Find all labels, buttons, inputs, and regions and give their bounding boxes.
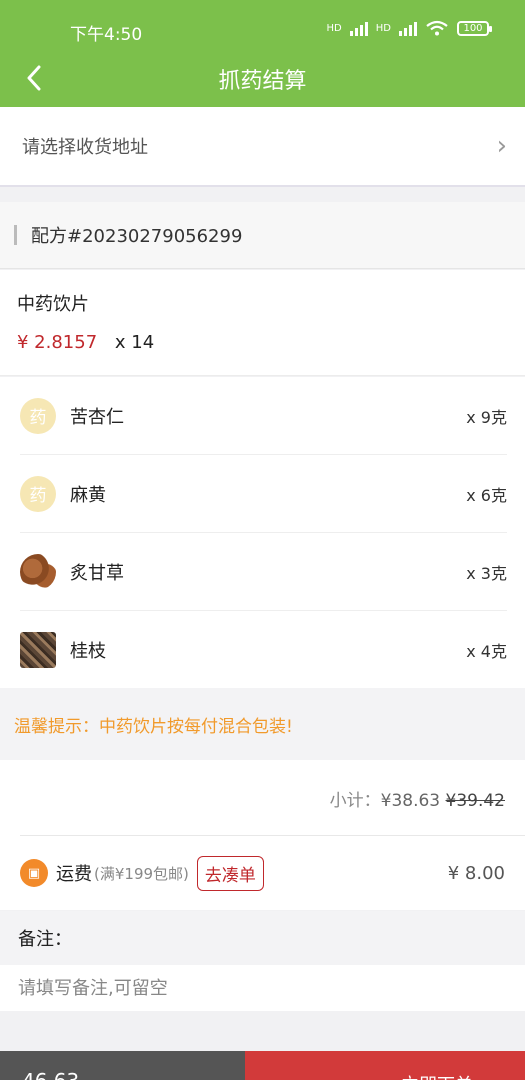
formula-label: 配方#20230279056299: [31, 226, 243, 247]
subtotal-value: ¥38.63: [380, 791, 441, 811]
app-header: 下午4:50 HD HD 100 抓药结算: [0, 0, 525, 107]
shipping-icon: ▣: [20, 859, 48, 887]
herb-name: 麻黄: [70, 484, 106, 506]
status-icons: HD HD 100: [326, 20, 492, 36]
address-selector[interactable]: 请选择收货地址 ›: [0, 107, 525, 187]
submit-order-button[interactable]: 立即下单: [245, 1051, 525, 1080]
herb-placeholder-icon: 药: [20, 397, 56, 434]
packaging-tip: 温馨提示：中药饮片按每付混合包装!: [0, 688, 525, 760]
shipping-fee: ¥ 8.00: [447, 862, 505, 884]
hd-label-2: HD: [375, 22, 391, 34]
formula-bar-marker: [14, 225, 17, 245]
price-row: ¥ 2.8157 x 14: [17, 332, 154, 353]
herb-name: 桂枝: [70, 641, 106, 662]
remark-input[interactable]: [0, 965, 525, 1011]
herb-amount: x 4克: [466, 642, 507, 661]
formula-header: 配方#20230279056299: [0, 202, 525, 269]
herb-item: 药 麻黄 x 6克: [20, 455, 507, 533]
herb-name: 苦杏仁: [70, 406, 124, 428]
herb-amount: x 3克: [466, 563, 507, 583]
free-shipping-note: (满¥199包邮): [94, 864, 189, 883]
battery-icon: 100: [457, 20, 492, 36]
dose-quantity: x 14: [114, 332, 155, 353]
chevron-right-icon: ›: [496, 131, 507, 161]
licorice-photo: [20, 553, 56, 590]
herb-item: 炙甘草 x 3克: [20, 533, 507, 611]
herb-amount: x 9克: [466, 407, 507, 427]
herb-item: 桂枝 x 4克: [20, 611, 507, 689]
signal-icon: [349, 20, 368, 36]
herb-placeholder-icon: 药: [20, 475, 56, 512]
add-more-button[interactable]: 去凑单: [196, 855, 264, 891]
herb-amount: x 6克: [466, 485, 507, 505]
herb-name: 炙甘草: [70, 562, 124, 584]
product-category: 中药饮片: [17, 294, 89, 315]
original-price: ¥39.42: [445, 791, 505, 811]
shipping-row: ▣ 运费 (满¥199包邮) 去凑单 ¥ 8.00: [0, 836, 525, 910]
subtotal-label: 小计：: [329, 791, 381, 811]
address-label: 请选择收货地址: [22, 137, 148, 158]
signal-icon-2: [399, 20, 417, 36]
wifi-icon: [426, 20, 448, 36]
remark-label: 备注：: [0, 911, 525, 965]
product-summary: 中药饮片 ¥ 2.8157 x 14: [0, 270, 525, 376]
unit-price: ¥ 2.8157: [17, 332, 98, 353]
herb-item: 药 苦杏仁 x 9克: [20, 377, 507, 455]
page-title: 抓药结算: [218, 69, 307, 94]
shipping-label: 运费: [56, 864, 92, 885]
subtotal-line: 小计：¥38.63 ¥39.42: [330, 786, 505, 811]
cinnamon-twig-photo: [20, 632, 56, 668]
herb-list: 药 苦杏仁 x 9克 药 麻黄 x 6克 炙甘草 x 3克 桂枝 x 4克: [0, 377, 525, 688]
cost-section: 小计：¥38.63 ¥39.42 ▣ 运费 (满¥199包邮) 去凑单 ¥ 8.…: [0, 760, 525, 910]
hd-label-1: HD: [326, 22, 342, 34]
checkout-bar: 46.63 立即下单: [0, 1051, 525, 1080]
total-amount: 46.63: [0, 1051, 245, 1080]
status-time: 下午4:50: [70, 25, 143, 45]
